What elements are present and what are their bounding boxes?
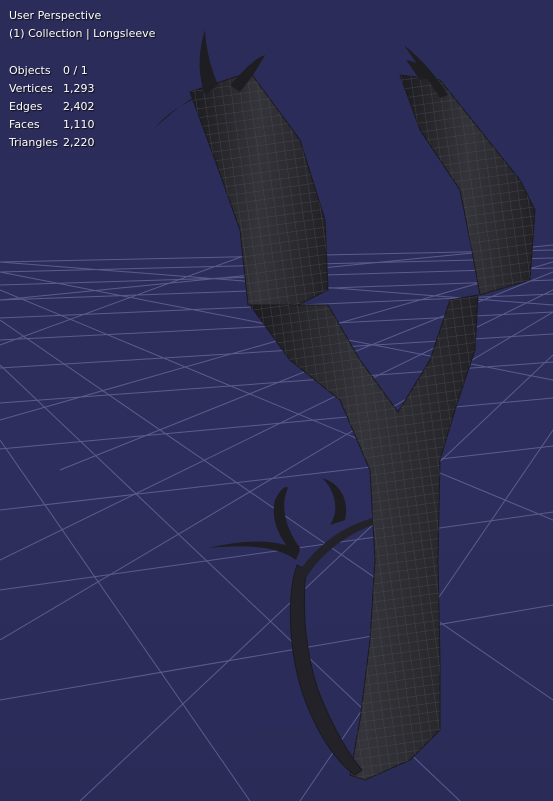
3d-viewport[interactable]: User Perspective (1) Collection | Longsl… bbox=[0, 0, 553, 801]
viewport-scene[interactable] bbox=[0, 0, 553, 801]
